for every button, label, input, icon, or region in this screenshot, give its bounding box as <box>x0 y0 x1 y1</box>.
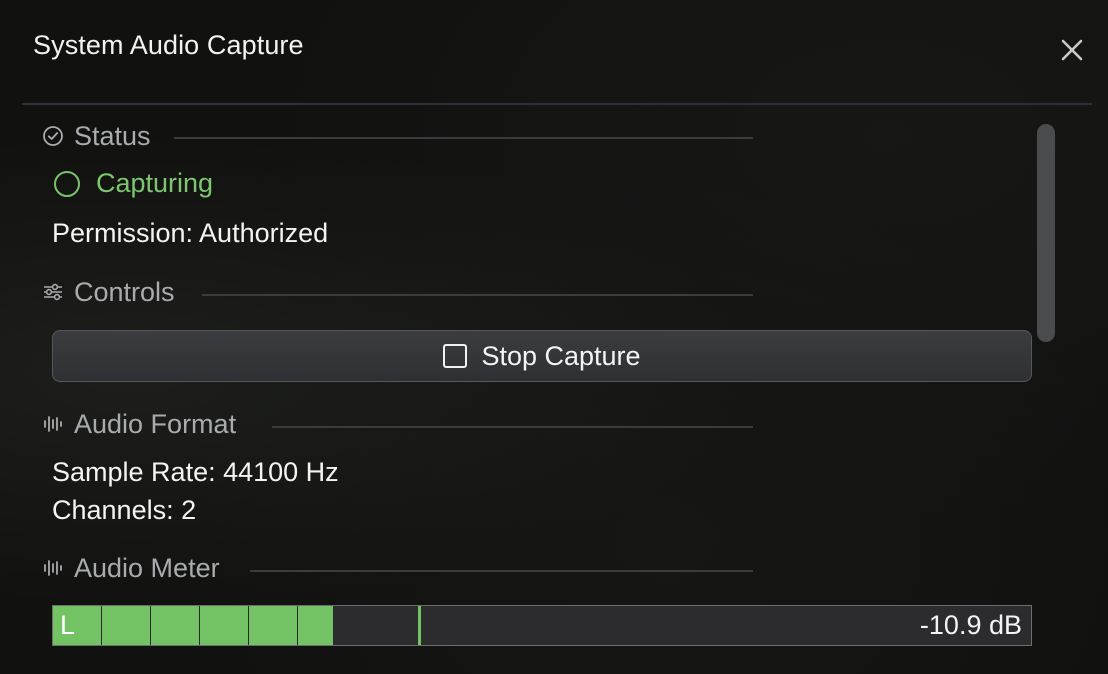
waveform-icon <box>42 557 64 579</box>
stop-square-icon <box>443 344 468 368</box>
window-title: System Audio Capture <box>33 30 304 60</box>
sliders-icon <box>42 281 64 303</box>
audio-capture-window: System Audio Capture Status Capturing Pe… <box>0 0 1108 674</box>
meter-segment <box>200 606 249 645</box>
audio-level-meter: L -10.9 dB <box>52 605 1032 646</box>
permission-status: Permission: Authorized <box>52 218 329 248</box>
meter-peak-marker <box>418 606 421 645</box>
audio-meter-section-rule <box>250 570 753 572</box>
status-section-header: Status <box>42 119 151 153</box>
controls-section-label: Controls <box>74 276 175 307</box>
status-section-label: Status <box>74 120 151 151</box>
meter-channel-label: L <box>60 610 76 640</box>
status-section-rule <box>174 137 753 139</box>
controls-section-rule <box>202 294 753 296</box>
capture-status-text: Capturing <box>96 168 214 198</box>
audio-meter-section-header: Audio Meter <box>42 551 220 585</box>
controls-section-header: Controls <box>42 275 175 309</box>
scrollbar-thumb[interactable] <box>1037 124 1055 342</box>
channels-value: Channels: 2 <box>52 495 197 525</box>
audio-format-section-header: Audio Format <box>42 407 236 441</box>
checkmark-circle-icon <box>42 125 64 147</box>
status-indicator-icon <box>54 170 80 197</box>
meter-segment <box>249 606 298 645</box>
waveform-icon <box>42 413 64 435</box>
close-button[interactable] <box>1056 34 1088 66</box>
sample-rate-value: Sample Rate: 44100 Hz <box>52 457 339 487</box>
audio-format-section-label: Audio Format <box>74 408 237 439</box>
close-icon <box>1061 39 1083 61</box>
stop-capture-label: Stop Capture <box>481 340 641 371</box>
meter-db-readout: -10.9 dB <box>919 610 1022 640</box>
audio-format-section-rule <box>272 426 753 428</box>
capture-status: Capturing <box>54 168 213 199</box>
audio-meter-section-label: Audio Meter <box>74 552 220 583</box>
meter-segment <box>298 606 333 645</box>
title-bar: System Audio Capture <box>0 0 1108 104</box>
title-divider <box>22 103 1092 105</box>
stop-capture-button[interactable]: Stop Capture <box>52 330 1032 382</box>
meter-segment <box>102 606 151 645</box>
meter-segment <box>151 606 200 645</box>
